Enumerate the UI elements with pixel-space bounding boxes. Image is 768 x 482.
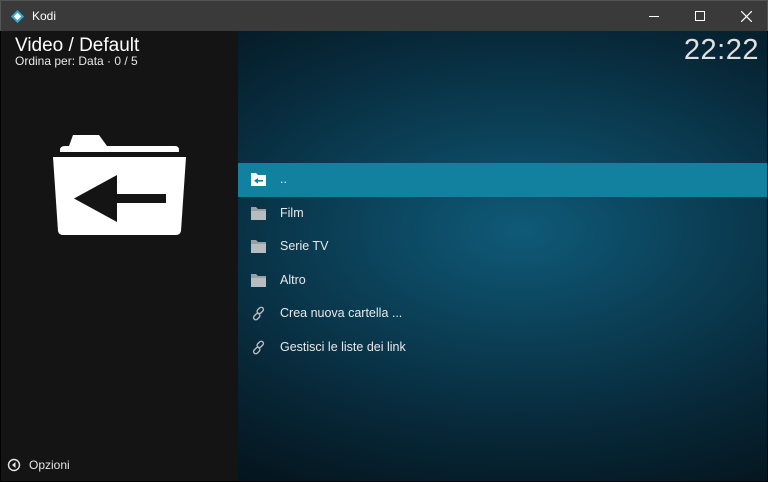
list-item-parent-folder[interactable]: .. [238,163,767,197]
list-item-label: Gestisci le liste dei link [280,339,406,354]
list-item-manage-links[interactable]: Gestisci le liste dei link [238,331,767,365]
folder-back-icon [251,173,266,186]
link-icon [252,340,265,354]
folder-back-large-icon [53,135,186,235]
kodi-content: Video / Default Ordina per: Data · 0 / 5… [1,31,767,481]
list-item-label: Altro [280,272,306,287]
clock: 22:22 [683,34,759,66]
list-item-label: .. [280,172,287,186]
close-button[interactable] [723,1,768,31]
folder-icon [251,240,266,253]
list-item-label: Serie TV [280,239,329,253]
minimize-icon [649,16,659,17]
title-bar[interactable]: Kodi [0,0,768,31]
list-item-serie-tv[interactable]: Serie TV [238,230,767,264]
list-item-altro[interactable]: Altro [238,264,767,298]
folder-icon [251,273,266,287]
list-item-label: Film [280,205,304,220]
options-arrow-icon [7,458,21,472]
left-panel [1,31,238,481]
list-item-new-folder[interactable]: Crea nuova cartella ... [238,297,767,331]
link-icon [252,306,265,321]
minimize-button[interactable] [631,1,677,31]
maximize-icon [695,11,705,21]
sort-info: Ordina per: Data · 0 / 5 [15,54,138,68]
list-item-film[interactable]: Film [238,197,767,231]
options-button[interactable]: Opzioni [7,458,70,472]
options-label: Opzioni [29,458,70,472]
list-item-label: Crea nuova cartella ... [280,306,403,320]
close-icon [740,10,752,22]
folder-icon [251,206,266,220]
kodi-logo-icon [10,9,25,24]
kodi-window: Kodi Video / Default Ordina per: Data · … [0,0,768,482]
file-list: .. Film Serie TV Altro Crea nuova cartel… [238,163,767,364]
window-title: Kodi [32,9,57,23]
maximize-button[interactable] [677,1,723,31]
